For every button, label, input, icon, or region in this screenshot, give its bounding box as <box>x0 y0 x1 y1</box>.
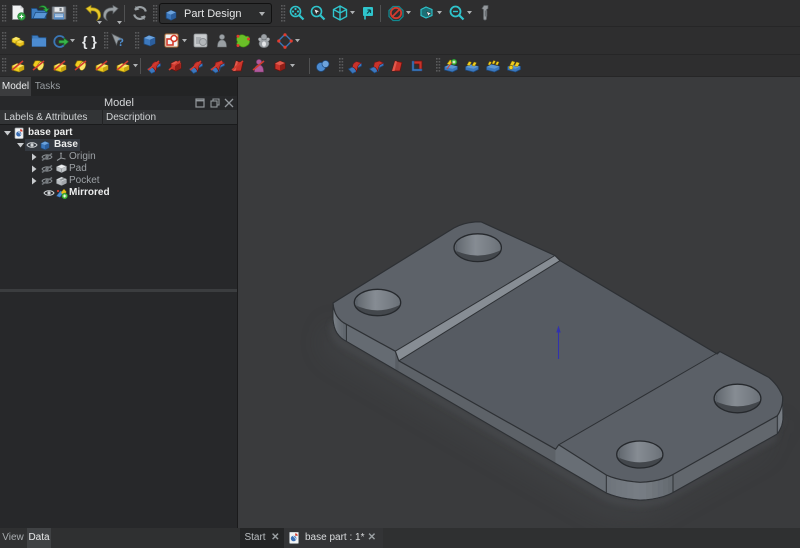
svg-text:?: ? <box>118 35 124 49</box>
svg-text:{ }: { } <box>82 33 97 49</box>
